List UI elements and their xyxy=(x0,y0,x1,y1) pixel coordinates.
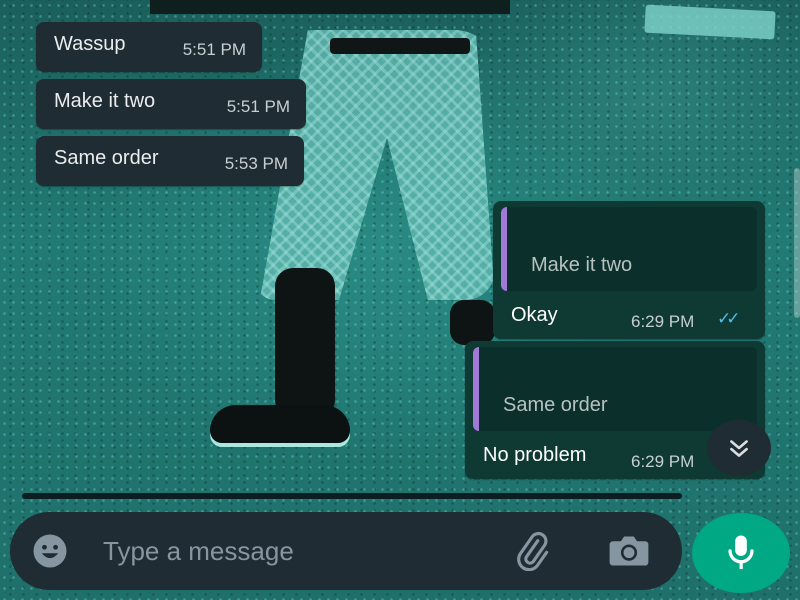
message-text: Make it two xyxy=(54,90,156,112)
quoted-message[interactable]: Make it two xyxy=(501,207,757,291)
message-time: 5:51 PM xyxy=(226,97,290,116)
incoming-message[interactable]: Make it two 5:51 PM xyxy=(36,79,306,129)
message-text: Okay xyxy=(511,304,558,326)
quoted-text: Make it two xyxy=(531,254,633,276)
message-text: No problem xyxy=(483,444,587,466)
message-text: Same order xyxy=(54,147,159,169)
incoming-message[interactable]: Same order 5:53 PM xyxy=(36,136,304,186)
message-input[interactable]: Type a message xyxy=(103,536,294,567)
message-time: 5:51 PM xyxy=(182,40,246,59)
wallpaper-belt xyxy=(330,38,470,54)
incoming-message[interactable]: Wassup 5:51 PM xyxy=(36,22,262,72)
wallpaper-shoe xyxy=(210,405,350,443)
double-chevron-down-icon xyxy=(730,440,748,457)
message-time: 6:29 PM xyxy=(631,312,695,331)
wallpaper-sock xyxy=(450,300,495,345)
camera-icon[interactable] xyxy=(608,534,650,568)
microphone-icon xyxy=(728,535,754,570)
message-time: 5:53 PM xyxy=(224,154,288,173)
paperclip-icon[interactable] xyxy=(512,531,552,571)
message-time: 6:29 PM xyxy=(631,452,695,471)
message-composer[interactable]: Type a message xyxy=(10,512,682,590)
emoji-icon[interactable] xyxy=(32,533,68,569)
wallpaper-shirt-hem xyxy=(150,0,510,14)
scroll-to-bottom-button[interactable] xyxy=(707,420,771,476)
composer-divider xyxy=(22,493,682,499)
message-text: Wassup xyxy=(54,33,126,55)
double-check-read-icon: ✓✓ xyxy=(717,309,740,328)
wallpaper-sock xyxy=(275,268,335,418)
chat-scrollbar[interactable] xyxy=(794,168,800,318)
quoted-message[interactable]: Same order xyxy=(473,347,757,431)
outgoing-message[interactable]: Make it two Okay 6:29 PM ✓✓ xyxy=(493,201,765,339)
quoted-text: Same order xyxy=(503,394,608,416)
voice-message-button[interactable] xyxy=(692,513,790,593)
